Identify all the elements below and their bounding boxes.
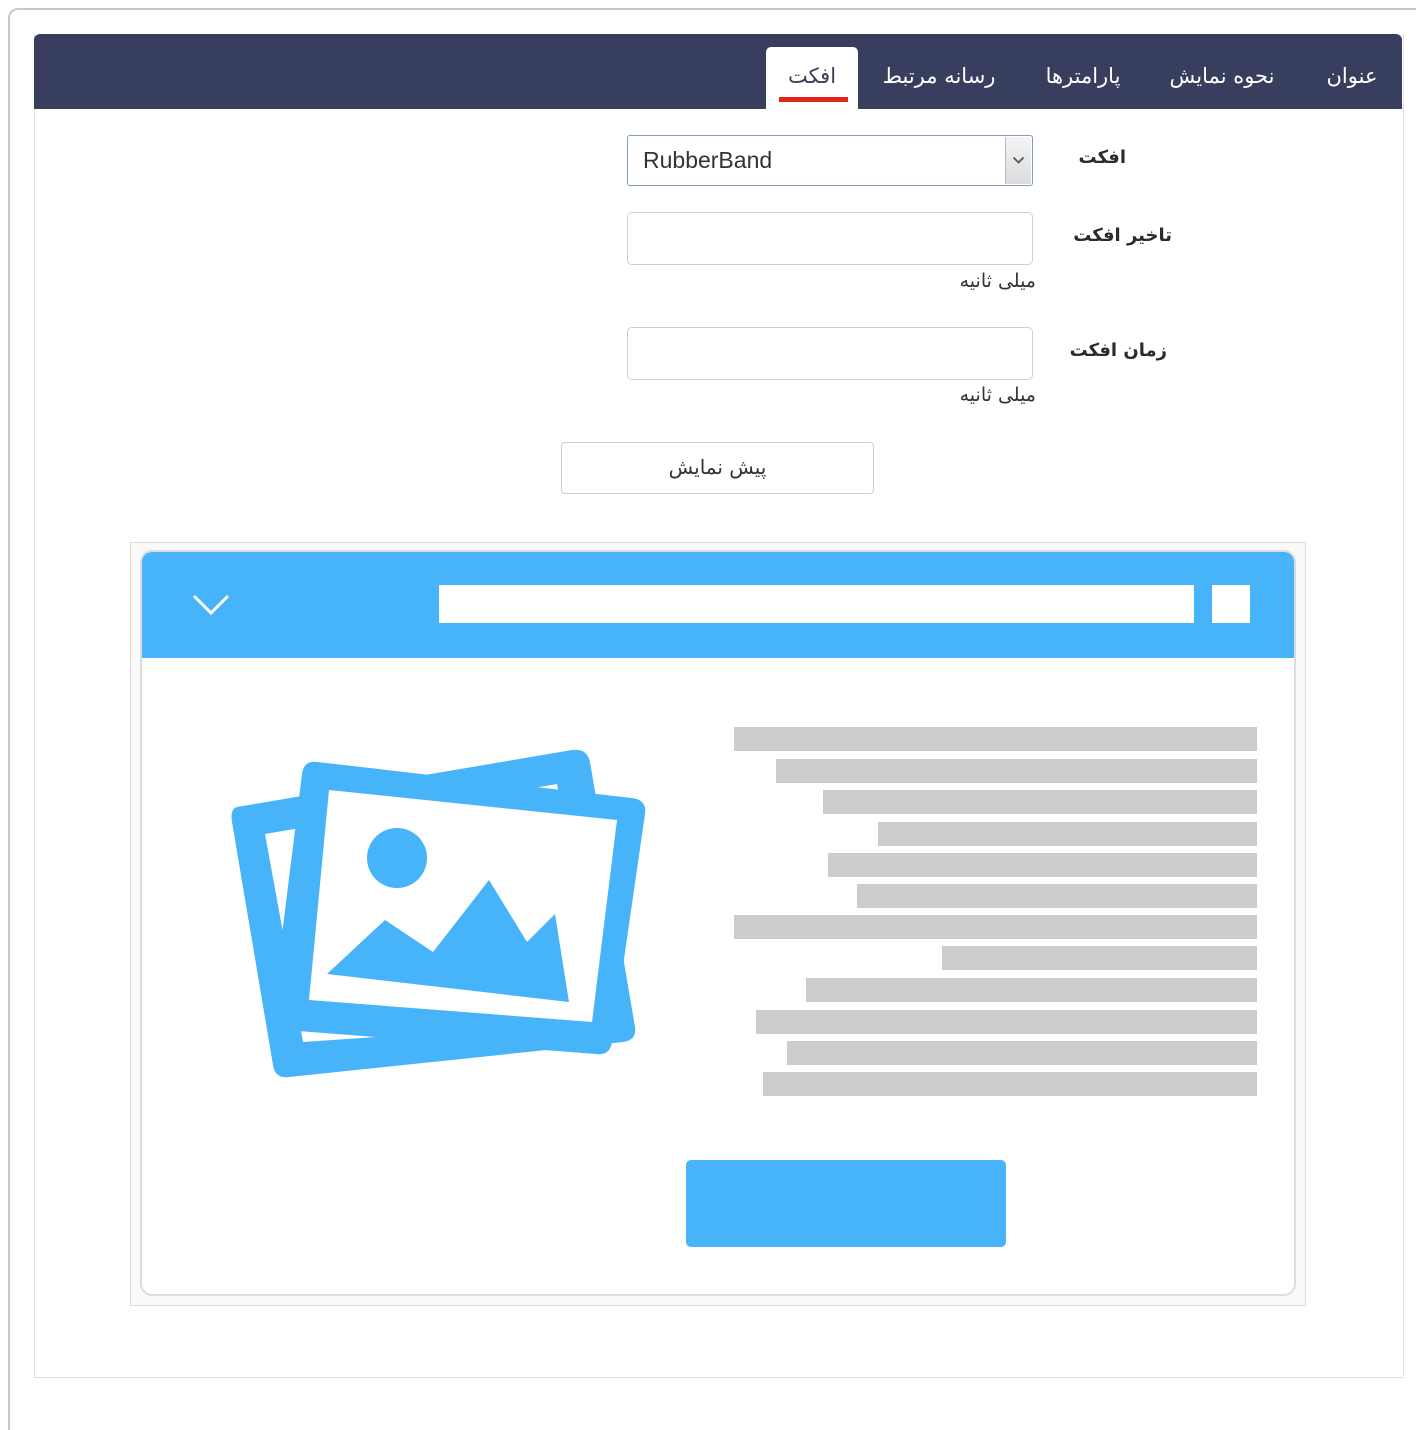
text-placeholder-line bbox=[734, 727, 1257, 751]
preview-header bbox=[142, 552, 1294, 658]
text-placeholder-line bbox=[776, 759, 1257, 783]
text-placeholder-line bbox=[787, 1041, 1257, 1065]
tab-effect[interactable]: افکت bbox=[766, 47, 858, 109]
text-placeholder-line bbox=[823, 790, 1257, 814]
tab-display-mode[interactable]: نحوه نمایش bbox=[1145, 34, 1299, 109]
effect-select[interactable]: RubberBand bbox=[627, 135, 1033, 186]
chevron-down-icon bbox=[192, 594, 230, 616]
image-gallery-icon bbox=[231, 749, 646, 1078]
effect-delay-input[interactable] bbox=[627, 212, 1033, 265]
preview-mockup bbox=[140, 550, 1296, 1296]
tab-title[interactable]: عنوان bbox=[1304, 34, 1400, 109]
text-placeholder-line bbox=[756, 1010, 1257, 1034]
text-placeholder-line bbox=[806, 978, 1257, 1002]
text-placeholder-line bbox=[878, 822, 1257, 846]
select-dropdown-button[interactable] bbox=[1005, 137, 1031, 184]
effect-select-value: RubberBand bbox=[643, 147, 773, 173]
preview-square-placeholder bbox=[1212, 585, 1250, 623]
active-tab-indicator bbox=[779, 97, 848, 102]
effect-delay-label: تاخیر افکت bbox=[1073, 225, 1172, 246]
tab-parameters[interactable]: پارامترها bbox=[1028, 34, 1138, 109]
text-placeholder-line bbox=[734, 915, 1257, 939]
preview-cta-placeholder bbox=[686, 1160, 1006, 1247]
text-placeholder-line bbox=[942, 946, 1257, 970]
tab-bar: عنوان نحوه نمایش پارامترها رسانه مرتبط ا… bbox=[34, 34, 1402, 109]
text-placeholder-line bbox=[763, 1072, 1257, 1096]
effect-duration-label: زمان افکت bbox=[1069, 340, 1167, 361]
text-placeholder-line bbox=[828, 853, 1257, 877]
effect-label: افکت bbox=[1078, 147, 1126, 168]
text-placeholder-line bbox=[857, 884, 1257, 908]
tab-effect-label: افکت bbox=[787, 64, 837, 88]
preview-title-placeholder bbox=[439, 585, 1194, 623]
tab-related-media[interactable]: رسانه مرتبط bbox=[874, 34, 1004, 109]
chevron-down-icon bbox=[1012, 156, 1025, 164]
effect-duration-input[interactable] bbox=[627, 327, 1033, 380]
delay-unit-label: میلی ثانیه bbox=[959, 270, 1036, 292]
preview-button[interactable]: پیش نمایش bbox=[561, 442, 874, 494]
duration-unit-label: میلی ثانیه bbox=[959, 384, 1036, 406]
